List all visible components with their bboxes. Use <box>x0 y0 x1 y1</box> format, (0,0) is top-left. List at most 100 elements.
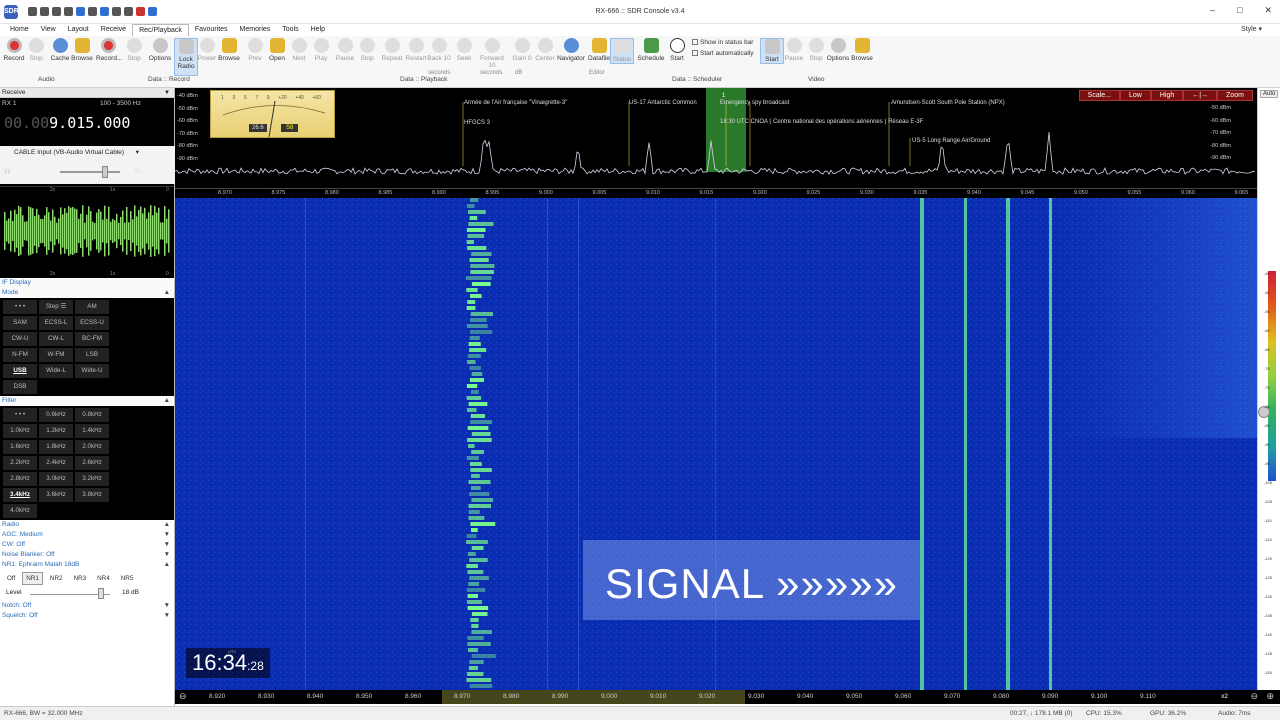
filter-button[interactable]: 0.8kHz <box>75 408 109 422</box>
mode-wide-l-button[interactable]: Wide-L <box>39 364 73 378</box>
filter-button[interactable]: 3.0kHz <box>39 472 73 486</box>
collapse-icon[interactable]: ▲ <box>164 396 170 406</box>
auto-button[interactable]: Auto <box>1260 90 1279 98</box>
notch-setting[interactable]: Notch: Off ▼ <box>0 601 174 611</box>
menu-rec-playback[interactable]: Rec/Playback <box>132 24 189 36</box>
filter-button[interactable]: 2.6kHz <box>75 456 109 470</box>
filter-button[interactable]: 1.4kHz <box>75 424 109 438</box>
next-button[interactable]: Next <box>287 38 311 62</box>
station-label[interactable]: 18:30 UTC CNOA ( Centre national des opé… <box>720 119 923 125</box>
volume-slider[interactable] <box>60 171 120 173</box>
center-button[interactable]: Center <box>533 38 557 62</box>
cw-setting[interactable]: CW: Off ▼ <box>0 540 174 550</box>
scroll-left-icon[interactable]: ⊖ <box>179 691 187 702</box>
minimize-icon[interactable]: – <box>1210 5 1215 16</box>
filter-more-button[interactable]: • • • <box>3 408 37 422</box>
waterfall-frequency-axis[interactable]: ⊖ 8.920 8.930 8.940 8.950 8.960 8.970 8.980 8.9… <box>175 690 1280 704</box>
mode-more-button[interactable]: • • • <box>3 300 37 314</box>
nr5-button[interactable]: NR5 <box>117 572 138 585</box>
forward10-button[interactable]: Forward 10 <box>478 38 506 69</box>
filter-button[interactable]: 2.2kHz <box>3 456 37 470</box>
mode-wide-u-button[interactable]: Wide-U <box>75 364 109 378</box>
menu-layout[interactable]: Layout <box>62 24 95 36</box>
level-handle[interactable] <box>98 588 104 599</box>
nr1-button[interactable]: NR1 <box>22 572 43 585</box>
nr4-button[interactable]: NR4 <box>93 572 114 585</box>
mode-section[interactable]: Mode ▲ <box>0 288 174 298</box>
video-browse-button[interactable]: Browse <box>850 38 874 62</box>
nr-off-button[interactable]: Off <box>3 572 19 585</box>
collapse-icon[interactable]: ▲ <box>164 288 170 298</box>
filter-button[interactable]: 2.8kHz <box>3 472 37 486</box>
back10-button[interactable]: Back 10 <box>427 38 451 62</box>
style-menu[interactable]: Style ▾ <box>1241 25 1262 33</box>
datafile-editor-button[interactable]: Datafile <box>586 38 612 62</box>
data-stop-button[interactable]: Stop <box>122 38 146 62</box>
menu-tools[interactable]: Tools <box>276 24 304 36</box>
radio-header[interactable]: Radio ▲ <box>0 520 174 530</box>
station-label[interactable]: Emergency spy broadcast <box>720 100 789 106</box>
mode-am-button[interactable]: AM <box>75 300 109 314</box>
restart-button[interactable]: Restart <box>404 38 428 62</box>
menu-receive[interactable]: Receive <box>95 24 132 36</box>
show-in-status-bar-checkbox[interactable]: Show in status bar <box>692 39 753 46</box>
mode-n-fm-button[interactable]: N-FM <box>3 348 37 362</box>
filter-button[interactable]: 4.0kHz <box>3 504 37 518</box>
noise-reduction-setting[interactable]: NR1: Ephraim Malah 18dB ▲ <box>0 560 174 570</box>
mode-w-fm-button[interactable]: W-FM <box>39 348 73 362</box>
station-label[interactable]: US-17 Antarctic Common <box>629 100 697 106</box>
station-label[interactable]: Amundsen-Scott South Pole Station (NPX) <box>891 100 1005 106</box>
close-icon[interactable]: ✕ <box>1264 5 1272 16</box>
mode-cw-u-button[interactable]: CW-U <box>3 332 37 346</box>
squelch-setting[interactable]: Squelch: Off ▼ <box>0 611 174 621</box>
audio-record-button[interactable]: Record <box>2 38 26 62</box>
play-button[interactable]: Play <box>309 38 333 62</box>
mode-bc-fm-button[interactable]: BC-FM <box>75 332 109 346</box>
video-options-button[interactable]: Options <box>826 38 850 62</box>
gain-button[interactable]: Gain 0 <box>510 38 534 62</box>
menu-favourites[interactable]: Favourites <box>189 24 234 36</box>
start-automatically-checkbox[interactable]: Start automatically <box>692 50 753 57</box>
if-display-section[interactable]: IF Display <box>0 278 174 288</box>
data-record-button[interactable]: Record... <box>96 38 122 62</box>
record-options-button[interactable]: Options <box>148 38 172 62</box>
video-pause-button[interactable]: Pause <box>782 38 806 62</box>
receive-header[interactable]: Receive ▼ <box>0 88 174 98</box>
filter-button[interactable]: 1.8kHz <box>39 440 73 454</box>
zoom-level[interactable]: x2 <box>1221 693 1228 700</box>
collapse-icon[interactable]: ▲ <box>164 520 170 530</box>
filter-section[interactable]: Filter ▲ <box>0 396 174 406</box>
frequency-display[interactable]: 00.009.015.000 <box>4 114 130 132</box>
mode-step-button[interactable]: Step ☰ <box>39 300 73 314</box>
mode-lsb-button[interactable]: LSB <box>75 348 109 362</box>
spectrum-display[interactable]: -40 dBm -50 dBm -60 dBm -70 dBm -80 dBm … <box>175 88 1257 198</box>
mode-ecss-u-button[interactable]: ECSS-U <box>75 316 109 330</box>
repeat-button[interactable]: Repeat <box>380 38 404 62</box>
filter-button[interactable]: 3.6kHz <box>39 488 73 502</box>
video-stop-button[interactable]: Stop <box>804 38 828 62</box>
audio-output-select[interactable]: CABLE Input (VB-Audio Virtual Cable) ▾ <box>0 146 175 160</box>
status-button[interactable]: Status <box>610 38 634 64</box>
maximize-icon[interactable]: □ <box>1237 5 1242 16</box>
menu-home[interactable]: Home <box>4 24 35 36</box>
filter-button[interactable]: 0.6kHz <box>39 408 73 422</box>
zoom-in-icon[interactable]: ⊕ <box>1266 691 1274 702</box>
pause-button[interactable]: Pause <box>333 38 357 62</box>
browse-button[interactable]: Browse <box>70 38 94 62</box>
audio-stop-button[interactable]: Stop <box>24 38 48 62</box>
menu-help[interactable]: Help <box>305 24 331 36</box>
menu-view[interactable]: View <box>35 24 62 36</box>
menu-memories[interactable]: Memories <box>234 24 277 36</box>
power-button[interactable]: Power <box>195 38 219 62</box>
mode-ecss-l-button[interactable]: ECSS-L <box>39 316 73 330</box>
video-start-button[interactable]: Start <box>760 38 784 64</box>
navigator-button[interactable]: Navigator <box>556 38 586 62</box>
filter-button[interactable]: 2.0kHz <box>75 440 109 454</box>
filter-button[interactable]: 3.8kHz <box>75 488 109 502</box>
prev-button[interactable]: Prev <box>243 38 267 62</box>
open-button[interactable]: Open <box>265 38 289 62</box>
cache-button[interactable]: Cache <box>48 38 72 62</box>
filter-button-selected[interactable]: 3.4kHz <box>3 488 37 502</box>
speaker-icon[interactable]: ▮▮ <box>4 168 11 175</box>
agc-setting[interactable]: AGC: Medium ▼ <box>0 530 174 540</box>
